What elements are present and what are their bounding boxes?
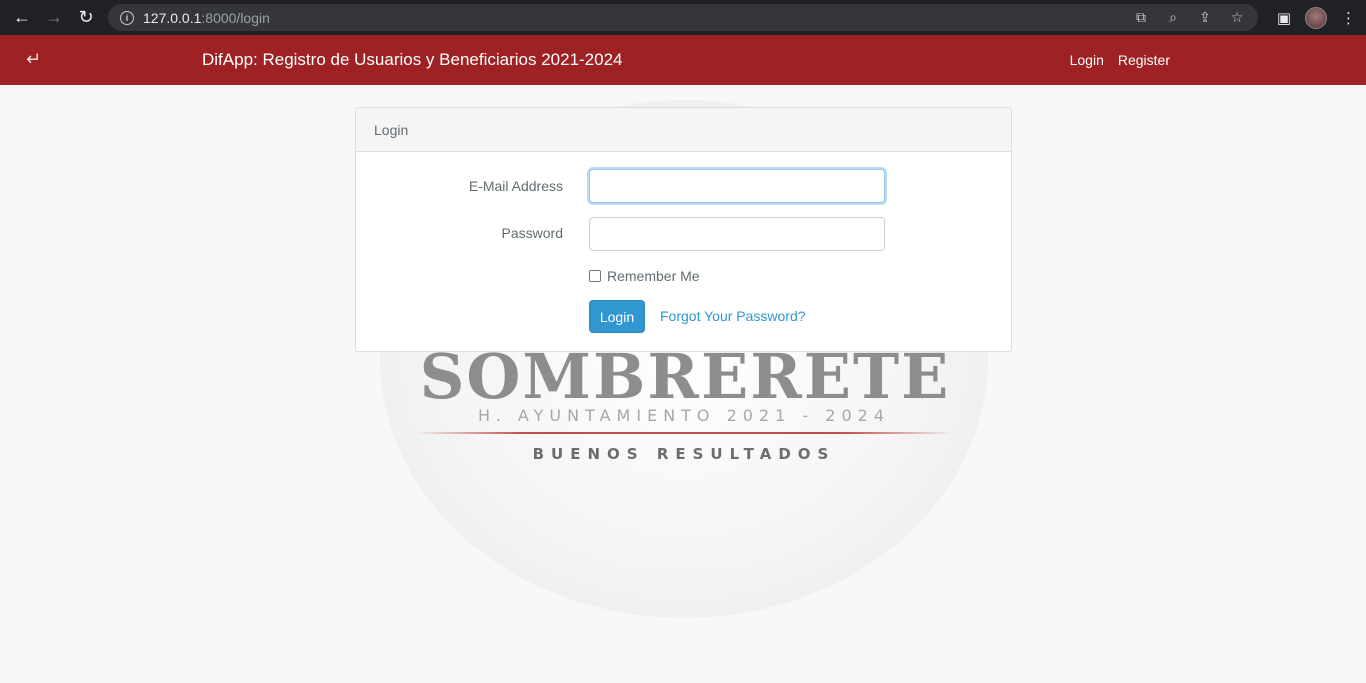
sidepanel-icon[interactable]: ▣ [1277,9,1291,27]
url-path: :8000/login [201,9,270,26]
brand-title[interactable]: DifApp: Registro de Usuarios y Beneficia… [202,50,623,70]
email-row: E-Mail Address [356,178,563,194]
translate-icon[interactable]: ⧉ [1132,9,1150,26]
forgot-password-link[interactable]: Forgot Your Password? [660,308,806,324]
star-icon[interactable]: ☆ [1228,9,1246,26]
remember-me[interactable]: Remember Me [589,268,700,284]
email-field[interactable] [589,169,885,203]
menu-icon[interactable]: ⋮ [1341,9,1356,27]
login-panel: Login E-Mail Address Password Remember M… [355,107,1012,352]
panel-heading: Login [356,108,1011,152]
logo-divider [414,432,954,434]
login-button[interactable]: Login [589,300,645,333]
zoom-icon[interactable]: ⌕ [1164,9,1182,26]
email-label: E-Mail Address [468,178,563,194]
logo-motto: BUENOS RESULTADOS [532,445,836,463]
remember-label[interactable]: Remember Me [607,268,700,284]
url-host: 127.0.0.1 [143,9,202,26]
remember-checkbox[interactable] [589,270,601,282]
browser-toolbar: ← → ↻ i 127.0.0.1:8000/login ⧉ ⌕ ⇪ ☆ ▣ ⋮ [0,0,1366,35]
address-bar[interactable]: i 127.0.0.1:8000/login ⧉ ⌕ ⇪ ☆ [108,4,1258,31]
nav-login-link[interactable]: Login [1070,52,1104,68]
return-icon[interactable]: ↵ [26,49,41,70]
avatar[interactable] [1305,6,1327,29]
info-icon[interactable]: i [120,10,134,25]
back-icon[interactable]: ← [6,1,38,33]
password-row: Password [356,225,563,241]
forward-icon[interactable]: → [38,1,70,33]
nav-register-link[interactable]: Register [1118,52,1170,68]
password-field[interactable] [589,217,885,251]
reload-icon[interactable]: ↻ [70,1,102,33]
logo-subtitle: H. AYUNTAMIENTO 2021 - 2024 [478,406,890,425]
app-navbar: ↵ DifApp: Registro de Usuarios y Benefic… [0,35,1366,85]
nav-links: Login Register [1070,52,1170,68]
share-icon[interactable]: ⇪ [1196,9,1214,26]
password-label: Password [501,225,563,241]
